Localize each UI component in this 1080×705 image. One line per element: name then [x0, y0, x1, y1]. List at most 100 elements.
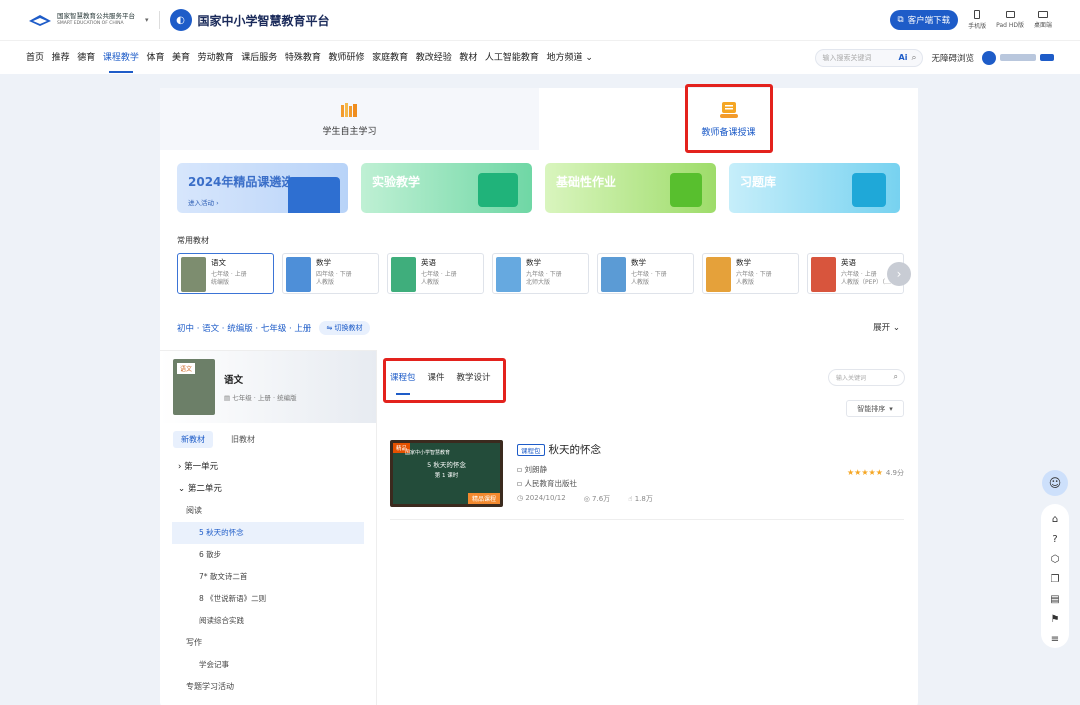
feedback-icon[interactable]: ⚑: [1051, 612, 1060, 627]
tree-category[interactable]: 阅读: [160, 500, 376, 522]
banner-exercise-bank[interactable]: 习题库: [729, 163, 900, 213]
mobile-version-link[interactable]: 手机版: [968, 10, 986, 30]
resource-publisher: ▫ 人民教育出版社: [517, 478, 577, 489]
search-icon[interactable]: ⌕: [894, 372, 898, 382]
help-icon[interactable]: ?: [1052, 532, 1057, 547]
books-icon: [340, 102, 357, 117]
nav-item-3[interactable]: 课程教学: [103, 41, 139, 75]
book-grade: 四年级 · 下册 人教版: [316, 271, 352, 287]
accessibility-link[interactable]: 无障碍浏览: [931, 52, 974, 64]
tree-lesson[interactable]: 5 秋天的怀念: [172, 522, 364, 544]
search-input[interactable]: 输入搜索关键词 Ai ⌕: [815, 48, 924, 67]
book-card[interactable]: 数学 九年级 · 下册 北师大版: [492, 253, 589, 294]
nav-item-14[interactable]: 地方频道 ⌄: [547, 41, 593, 75]
next-arrow-icon[interactable]: ›: [887, 262, 911, 286]
book-cover: [706, 257, 731, 292]
assistant-mascot-icon[interactable]: ☺: [1042, 470, 1068, 496]
book-card[interactable]: 数学 七年级 · 下册 人教版: [597, 253, 694, 294]
nav-item-8[interactable]: 特殊教育: [285, 41, 321, 75]
book-card[interactable]: 数学 六年级 · 下册 人教版: [702, 253, 799, 294]
breadcrumb-text[interactable]: 初中 · 语文 · 统编版 · 七年级 · 上册: [177, 322, 311, 334]
tab-courseware[interactable]: 课件: [428, 371, 445, 395]
pad-version-link[interactable]: Pad HD版: [996, 11, 1024, 29]
microscope-icon: [478, 173, 518, 207]
tree-lesson[interactable]: 阅读综合实践: [160, 610, 376, 632]
tree-lesson[interactable]: 6 散步: [160, 544, 376, 566]
site-logo[interactable]: ◐ 国家中小学智慧教育平台: [169, 9, 330, 31]
resource-likes-text: 1.8万: [634, 495, 653, 503]
nav-item-11[interactable]: 教改经验: [416, 41, 452, 75]
ai-search-icon[interactable]: Ai: [899, 53, 908, 62]
search-icon[interactable]: ⌕: [911, 53, 916, 63]
book-cover: [286, 257, 311, 292]
nav-item-7[interactable]: 课后服务: [241, 41, 277, 75]
banner-homework[interactable]: 基础性作业: [545, 163, 716, 213]
user-menu[interactable]: [982, 50, 1054, 65]
nav-item-2[interactable]: 德育: [77, 41, 95, 75]
tab-course-package[interactable]: 课程包: [390, 371, 416, 395]
desktop-version-link[interactable]: 桌面端: [1034, 11, 1052, 29]
nav-item-9[interactable]: 教师研修: [328, 41, 364, 75]
tab-student-self-study[interactable]: 学生自主学习: [160, 88, 539, 150]
common-books-label: 常用教材: [177, 236, 209, 245]
phone-icon: [974, 10, 981, 19]
site-logo-icon: ◐: [169, 9, 192, 31]
copy-icon[interactable]: ❐: [1051, 572, 1060, 587]
resource-thumbnail[interactable]: 精品 国家中小学智慧教育 5 秋天的怀念 第 1 课时 精品课程: [390, 440, 503, 507]
open-book-icon: [288, 177, 340, 213]
tab-teaching-design[interactable]: 教学设计: [457, 371, 491, 395]
tree-unit[interactable]: › 第一单元: [160, 456, 376, 478]
tree-lesson[interactable]: 8 《世说新语》二则: [160, 588, 376, 610]
tab-teacher-prep[interactable]: 教师备课授课: [539, 88, 918, 150]
platform-logo[interactable]: 国家智慧教育公共服务平台 SMART EDUCATION OF CHINA: [28, 12, 135, 28]
book-card[interactable]: 语文 七年级 · 上册 统编版: [177, 253, 274, 294]
book-edition: 人教版: [421, 279, 440, 286]
nav-item-12[interactable]: 教材: [459, 41, 477, 75]
eye-icon: ◎: [583, 495, 593, 503]
mode-tabs: 学生自主学习 教师备课授课: [160, 88, 918, 150]
resource-title[interactable]: 秋天的怀念: [549, 442, 602, 457]
tab-student-label: 学生自主学习: [322, 126, 377, 137]
nav-item-1[interactable]: 推荐: [52, 41, 70, 75]
book-grade-text: 六年级 · 下册: [736, 271, 772, 278]
resource-item[interactable]: 精品 国家中小学智慧教育 5 秋天的怀念 第 1 课时 精品课程 课程包 秋天的…: [390, 440, 904, 520]
book-name: 英语: [421, 258, 436, 267]
nav-item-10[interactable]: 家庭教育: [372, 41, 408, 75]
banner-experiment[interactable]: 实验教学: [361, 163, 532, 213]
platform-name-en: SMART EDUCATION OF CHINA: [57, 21, 124, 26]
tab-new-textbook[interactable]: 新教材: [173, 431, 213, 448]
home-icon[interactable]: ⌂: [1052, 512, 1058, 527]
banner-quality-course[interactable]: 2024年精品课遴选 进入活动 ›: [177, 163, 348, 213]
sort-dropdown[interactable]: 智能排序 ▾: [846, 400, 904, 417]
nav-item-0[interactable]: 首页: [26, 41, 44, 75]
switch-textbook-button[interactable]: ⇋ 切换教材: [319, 321, 370, 335]
keyword-search-input[interactable]: 输入关键词 ⌕: [828, 369, 905, 386]
platform-dropdown-icon[interactable]: ▾: [145, 16, 149, 24]
menu-icon[interactable]: ≡: [1051, 632, 1059, 647]
document-icon[interactable]: ▤: [1050, 592, 1059, 607]
book-name: 英语: [841, 258, 856, 267]
tree-lesson[interactable]: 学会记事: [160, 654, 376, 676]
nav-item-5[interactable]: 美育: [172, 41, 190, 75]
thumb-badge: 精品课程: [467, 493, 500, 504]
client-download-button[interactable]: ⧉ 客户端下载: [889, 10, 959, 30]
expand-toggle[interactable]: 展开 ⌄: [873, 321, 900, 333]
tree-lesson[interactable]: 7* 散文诗二首: [160, 566, 376, 588]
nav-item-6[interactable]: 劳动教育: [198, 41, 234, 75]
resource-date: ◷ 2024/10/12: [517, 494, 566, 504]
book-card[interactable]: 数学 四年级 · 下册 人教版: [282, 253, 379, 294]
nav-item-4[interactable]: 体育: [146, 41, 164, 75]
book-grade: 九年级 · 下册 北师大版: [526, 271, 562, 287]
thumb-subtitle: 第 1 课时: [434, 473, 459, 479]
avatar: [982, 50, 996, 65]
nav-item-13[interactable]: 人工智能教育: [485, 41, 539, 75]
book-grade-text: 四年级 · 下册: [316, 271, 352, 278]
tab-old-textbook[interactable]: 旧教材: [223, 431, 263, 448]
shield-icon[interactable]: ⬡: [1051, 552, 1060, 567]
tree-unit[interactable]: ⌄ 第二单元: [160, 478, 376, 500]
tree-category[interactable]: 写作: [160, 632, 376, 654]
book-card[interactable]: 英语 七年级 · 上册 人教版: [387, 253, 484, 294]
tree-category[interactable]: 专题学习活动: [160, 676, 376, 698]
book-grade-text: 七年级 · 上册: [211, 271, 247, 278]
resource-author-text: 刘朗静: [524, 465, 547, 474]
